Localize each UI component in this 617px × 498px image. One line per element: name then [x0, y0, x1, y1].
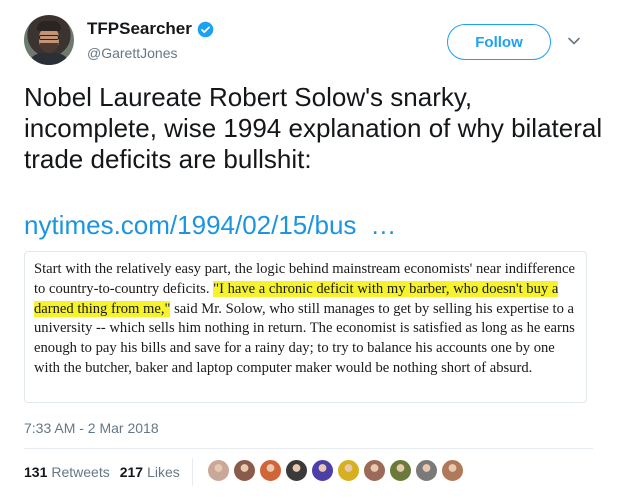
liker-avatar-9[interactable]	[415, 459, 438, 482]
liker-avatar-10[interactable]	[441, 459, 464, 482]
avatar-glasses	[39, 35, 59, 40]
tweet-link-ellipsis: …	[370, 210, 397, 240]
divider	[24, 448, 593, 449]
user-handle[interactable]: @GarettJones	[87, 45, 177, 61]
display-name[interactable]: TFPSearcher	[87, 19, 192, 39]
name-row: TFPSearcher	[87, 19, 214, 39]
tweet-timestamp[interactable]: 7:33 AM - 2 Mar 2018	[24, 420, 159, 436]
liker-avatar-3[interactable]	[259, 459, 282, 482]
likes-label: Likes	[147, 464, 180, 480]
liker-avatar-2[interactable]	[233, 459, 256, 482]
likes-stat[interactable]: 217 Likes	[120, 464, 180, 480]
liker-avatar-1[interactable]	[207, 459, 230, 482]
retweets-count: 131	[24, 464, 48, 480]
chevron-down-icon[interactable]	[567, 34, 581, 48]
liker-avatar-5[interactable]	[311, 459, 334, 482]
liker-avatars	[207, 459, 467, 482]
tweet-link[interactable]: nytimes.com/1994/02/15/bus …	[24, 210, 396, 241]
liker-avatar-6[interactable]	[337, 459, 360, 482]
stats-divider	[192, 458, 193, 486]
avatar-beard	[40, 43, 58, 53]
retweets-label: Retweets	[51, 464, 110, 480]
tweet-text: Nobel Laureate Robert Solow's snarky, in…	[24, 82, 603, 174]
tweet-stats: 131 Retweets 217 Likes	[24, 464, 180, 480]
retweets-stat[interactable]: 131 Retweets	[24, 464, 110, 480]
tweet-link-url[interactable]: nytimes.com/1994/02/15/bus	[24, 210, 356, 240]
verified-badge-icon	[197, 21, 214, 37]
liker-avatar-4[interactable]	[285, 459, 308, 482]
follow-button[interactable]: Follow	[447, 24, 551, 60]
avatar-hair	[37, 21, 61, 31]
liker-avatar-7[interactable]	[363, 459, 386, 482]
quoted-article-image[interactable]: Start with the relatively easy part, the…	[24, 251, 587, 403]
liker-avatar-8[interactable]	[389, 459, 412, 482]
likes-count: 217	[119, 464, 144, 480]
avatar[interactable]	[24, 15, 74, 65]
avatar-shirt	[28, 53, 70, 65]
